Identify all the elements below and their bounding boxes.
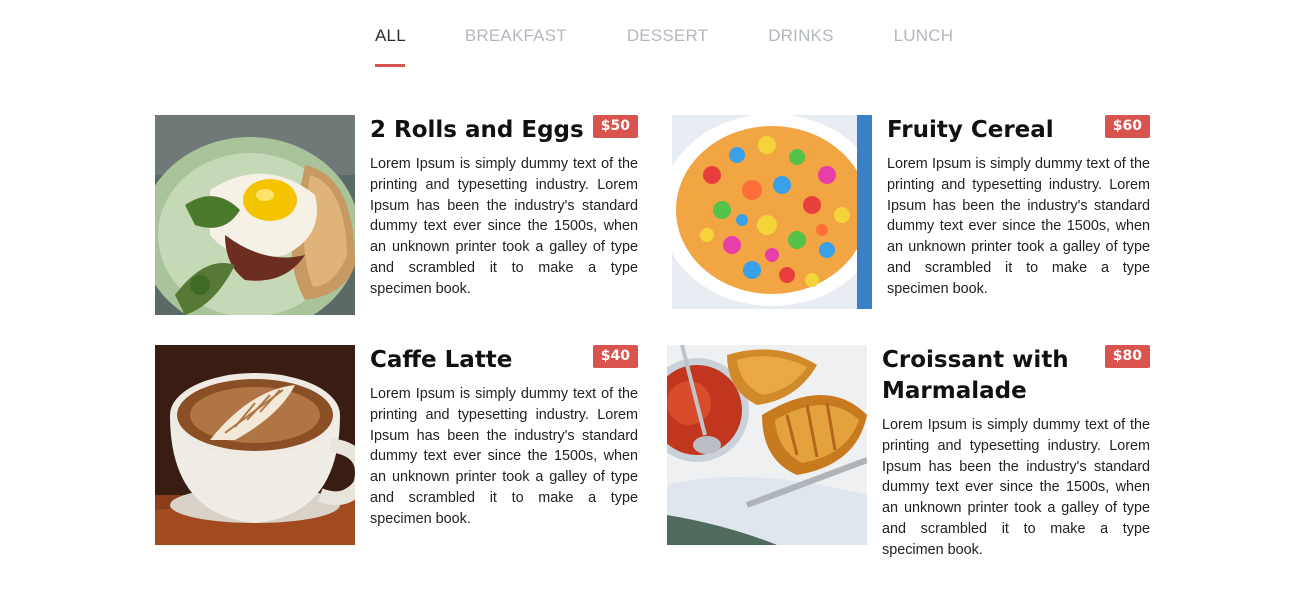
menu-item-body: Fruity Cereal $60 Lorem Ipsum is simply … — [887, 115, 1150, 345]
tab-all[interactable]: ALL — [375, 26, 406, 67]
tab-drinks[interactable]: DRINKS — [768, 26, 833, 56]
price-badge: $50 — [592, 115, 638, 138]
menu-item-image-caffe-latte — [155, 345, 355, 545]
tab-drinks-label: DRINKS — [768, 26, 834, 45]
menu-item-description: Lorem Ipsum is simply dummy text of the … — [370, 386, 638, 527]
menu-item-image-fruity-cereal — [672, 115, 872, 309]
price-badge: $60 — [1104, 115, 1150, 138]
tab-lunch-label: LUNCH — [893, 26, 954, 45]
menu-item-description: Lorem Ipsum is simply dummy text of the … — [370, 156, 638, 297]
menu-item-image-croissant — [667, 345, 867, 545]
menu-page: ALL BREAKFAST DESSERT DRINKS LUNCH 2 Rol… — [0, 0, 1316, 600]
menu-item-description: Lorem Ipsum is simply dummy text of the … — [887, 156, 1150, 297]
tab-dessert-label: DESSERT — [626, 26, 709, 45]
menu-item-body: 2 Rolls and Eggs $50 Lorem Ipsum is simp… — [370, 115, 638, 345]
price-badge: $80 — [1104, 345, 1150, 368]
tab-lunch[interactable]: LUNCH — [894, 26, 954, 56]
menu-item-body: Caffe Latte $40 Lorem Ipsum is simply du… — [370, 345, 638, 575]
active-tab-indicator — [375, 64, 405, 67]
tab-dessert[interactable]: DESSERT — [627, 26, 708, 56]
tab-breakfast[interactable]: BREAKFAST — [465, 26, 567, 56]
tab-breakfast-label: BREAKFAST — [464, 26, 567, 45]
menu-item-body: Croissant with Marmalade $80 Lorem Ipsum… — [882, 345, 1150, 575]
tab-all-label: ALL — [375, 26, 406, 45]
menu-item-image-rolls-and-eggs — [155, 115, 355, 315]
price-badge: $40 — [592, 345, 638, 368]
category-tabs: ALL BREAKFAST DESSERT DRINKS LUNCH — [375, 26, 954, 67]
menu-item-description: Lorem Ipsum is simply dummy text of the … — [882, 417, 1150, 558]
